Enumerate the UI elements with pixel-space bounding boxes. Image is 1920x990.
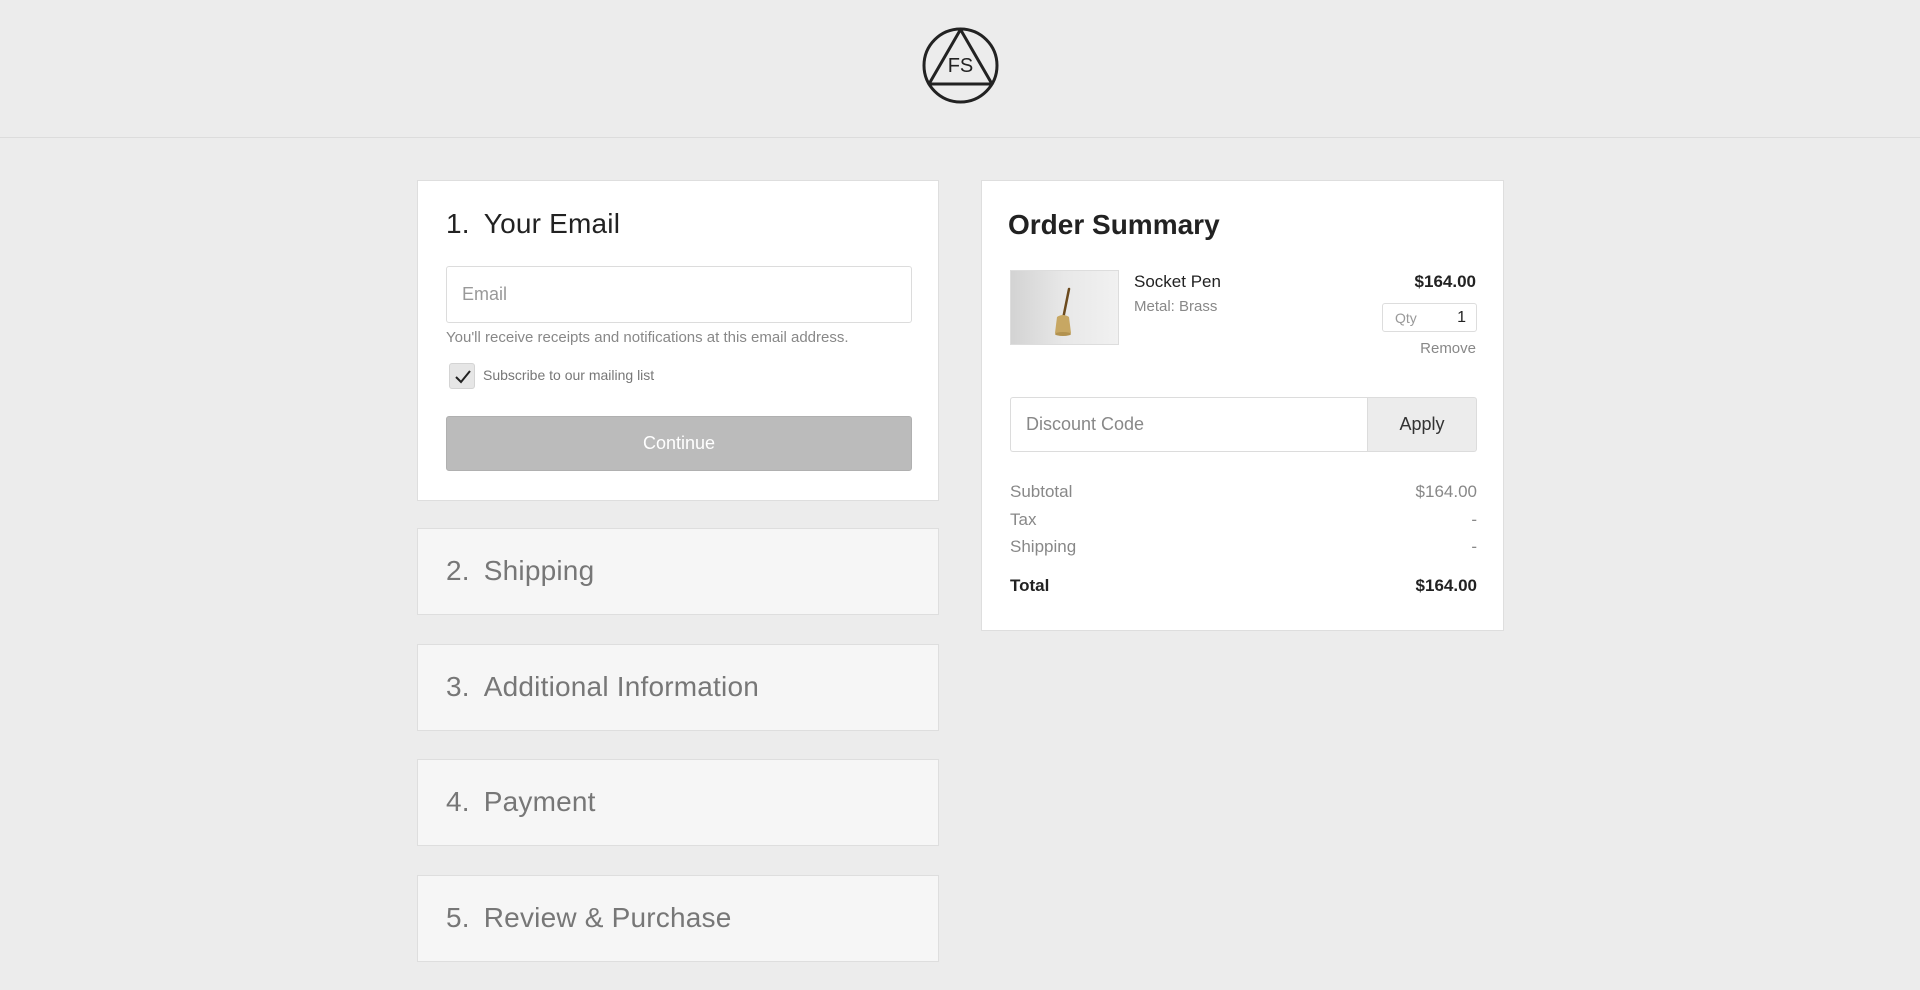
- checkmark-icon: [455, 370, 471, 384]
- tax-label: Tax: [1010, 510, 1037, 529]
- shipping-label: Shipping: [1010, 537, 1077, 556]
- subscribe-checkbox[interactable]: [449, 363, 475, 389]
- step-2-title: 2. Shipping: [446, 555, 595, 586]
- step-4-title: 4. Payment: [446, 786, 596, 817]
- subtotal-row: Subtotal $164.00: [1010, 482, 1477, 502]
- email-field[interactable]: [446, 266, 912, 323]
- product-name: Socket Pen: [1134, 272, 1221, 291]
- qty-value[interactable]: 1: [1457, 309, 1466, 327]
- quantity-input[interactable]: Qty 1: [1382, 303, 1477, 332]
- continue-button[interactable]: Continue: [446, 416, 912, 471]
- order-summary: Order Summary Socket Pen Metal: Brass $1…: [981, 180, 1504, 631]
- step-1-title: 1. Your Email: [446, 208, 621, 239]
- email-helper-text: You'll receive receipts and notification…: [446, 329, 849, 346]
- email-step-card: 1.Your Email You'll receive receipts and…: [417, 180, 939, 501]
- remove-item-link[interactable]: Remove: [1420, 340, 1476, 357]
- total-row: Total $164.00: [1010, 576, 1477, 596]
- subtotal-value: $164.00: [1415, 482, 1477, 501]
- svg-text:FS: FS: [948, 55, 974, 77]
- discount-code-input[interactable]: [1010, 397, 1368, 452]
- step-shipping[interactable]: 2. Shipping: [417, 528, 939, 615]
- step-3-title: 3. Additional Information: [446, 671, 759, 702]
- pen-image-icon: [1055, 287, 1071, 336]
- total-value: $164.00: [1415, 576, 1477, 595]
- subscribe-label[interactable]: Subscribe to our mailing list: [483, 367, 654, 383]
- shipping-value: -: [1471, 537, 1477, 556]
- total-label: Total: [1010, 576, 1050, 595]
- logo[interactable]: FS: [922, 27, 999, 104]
- fs-logo-icon: FS: [922, 27, 999, 104]
- shipping-row: Shipping -: [1010, 537, 1477, 557]
- apply-discount-button[interactable]: Apply: [1367, 397, 1477, 452]
- subtotal-label: Subtotal: [1010, 482, 1073, 501]
- step-review-purchase[interactable]: 5. Review & Purchase: [417, 875, 939, 962]
- tax-row: Tax -: [1010, 510, 1477, 530]
- summary-title: Order Summary: [1008, 209, 1220, 240]
- step-payment[interactable]: 4. Payment: [417, 759, 939, 846]
- product-image: [1010, 270, 1119, 345]
- site-header: FS: [0, 0, 1920, 138]
- tax-value: -: [1471, 510, 1477, 529]
- qty-label: Qty: [1395, 310, 1417, 326]
- product-price: $164.00: [1414, 272, 1476, 291]
- step-5-title: 5. Review & Purchase: [446, 902, 732, 933]
- product-variant: Metal: Brass: [1134, 298, 1218, 315]
- step-additional-information[interactable]: 3. Additional Information: [417, 644, 939, 731]
